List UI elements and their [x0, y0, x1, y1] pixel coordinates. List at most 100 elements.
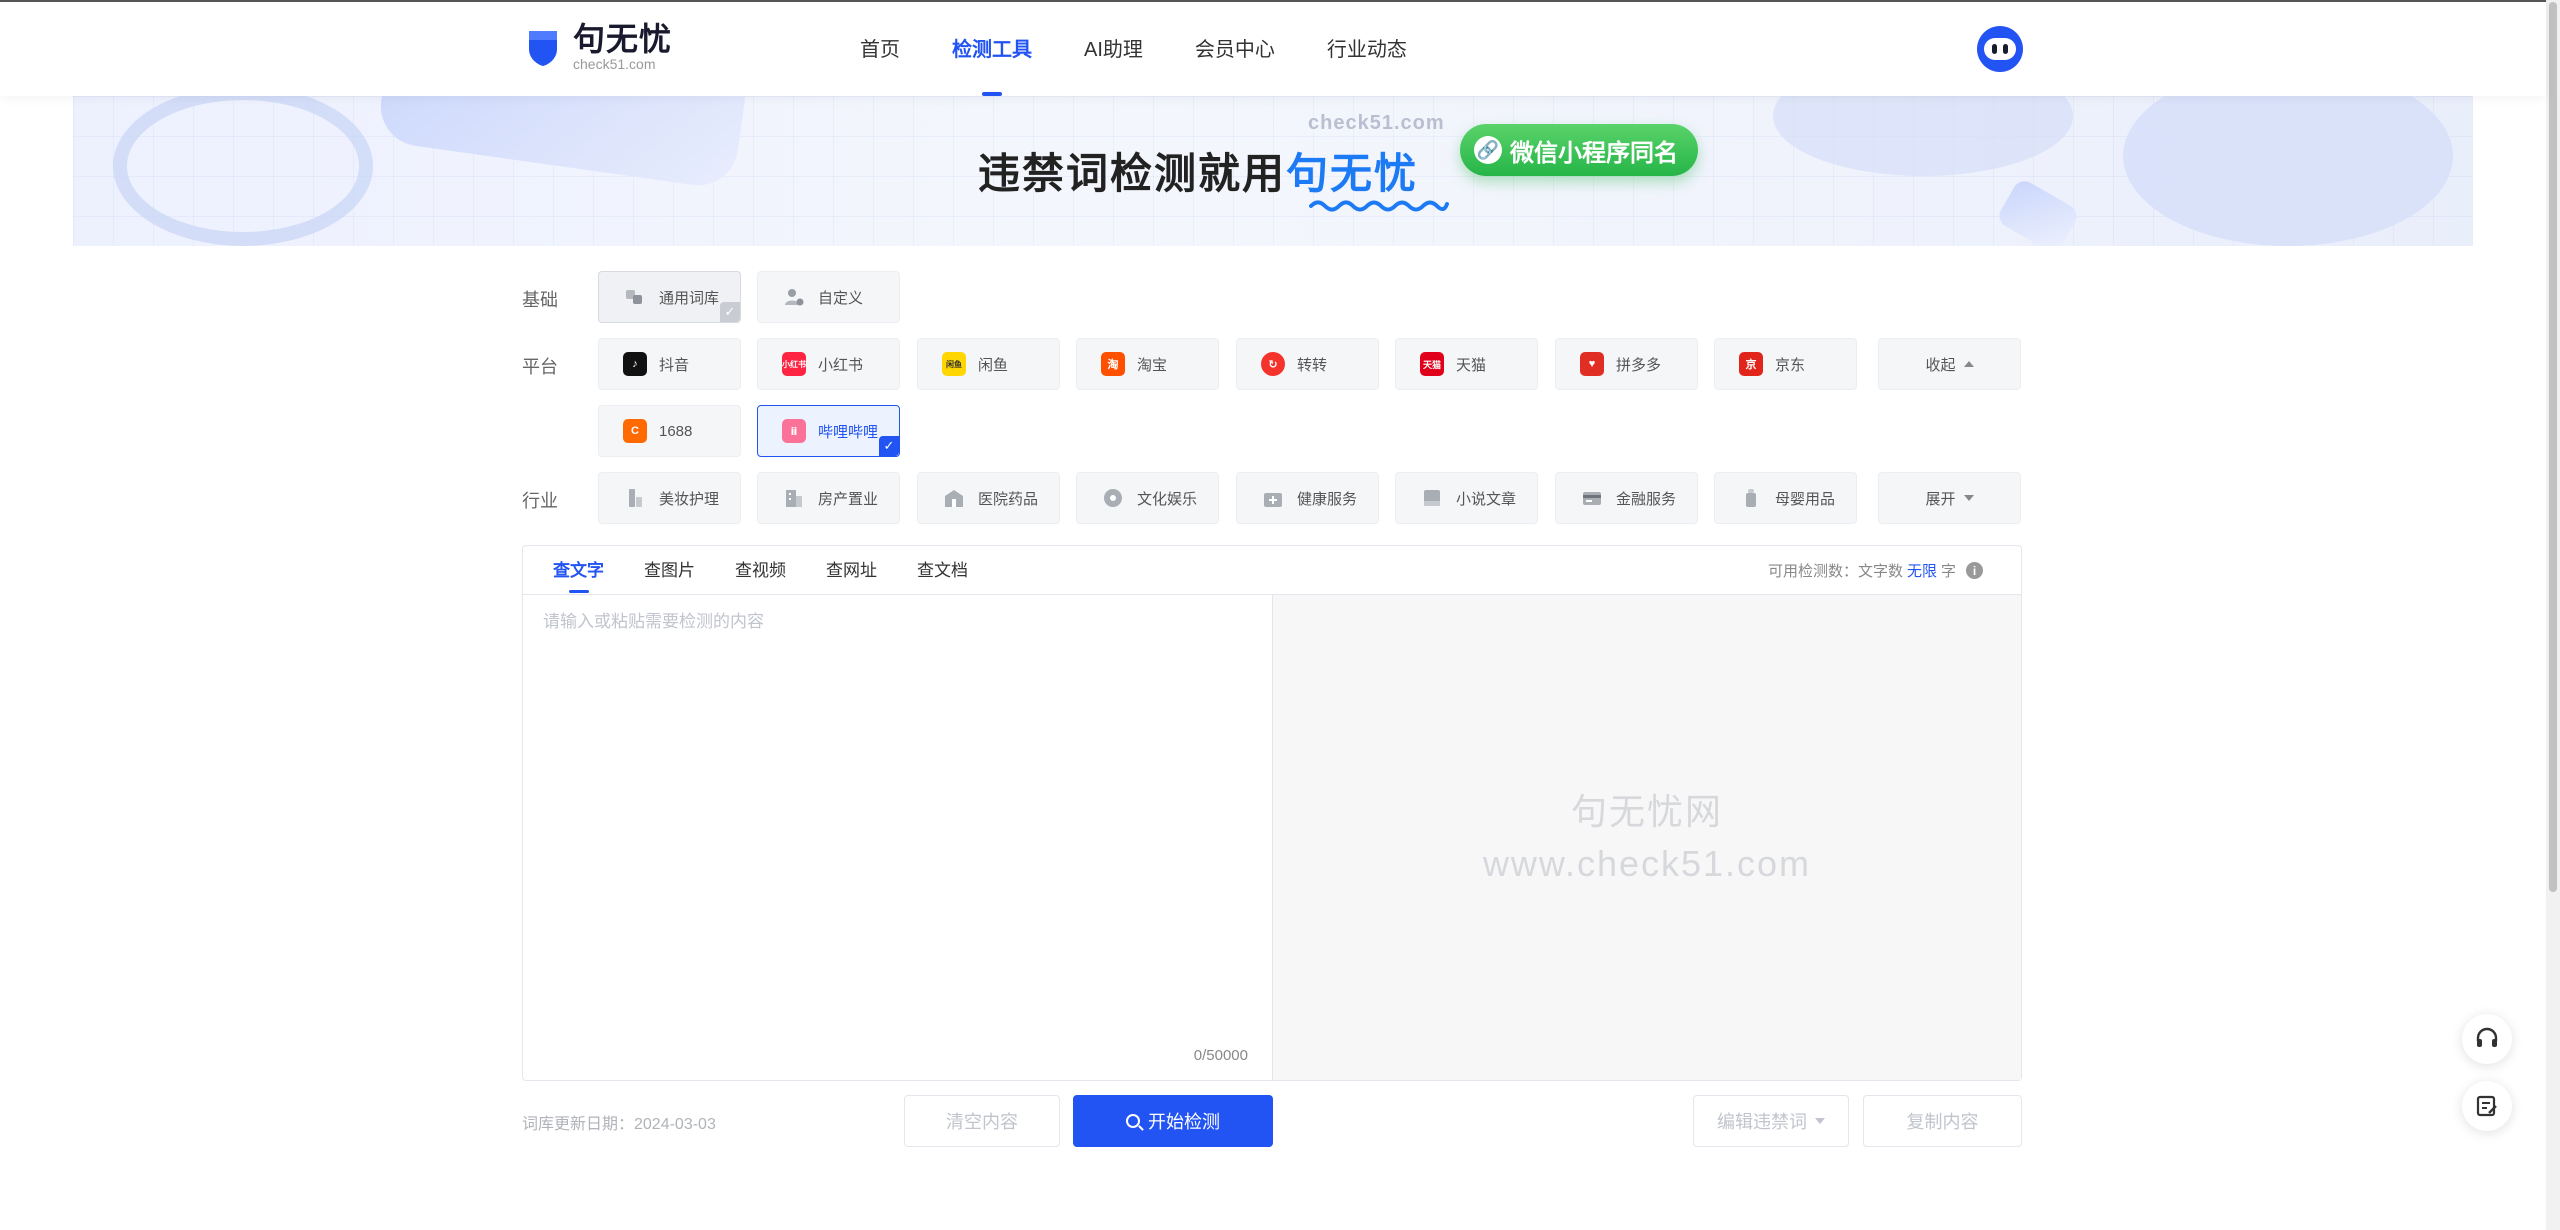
building-icon	[782, 486, 806, 510]
nav-ai-assistant[interactable]: AI助理	[1084, 2, 1143, 98]
bilibili-icon: ⅱ	[782, 419, 806, 443]
chip-pinduoduo[interactable]: ♥ 拼多多	[1555, 338, 1698, 390]
chip-label: 母婴用品	[1775, 490, 1836, 508]
caret-up-icon	[1963, 361, 1974, 367]
scrollbar-thumb[interactable]	[2549, 2, 2557, 892]
chip-label: 小说文章	[1456, 490, 1517, 508]
novel-icon	[1420, 486, 1444, 510]
chip-real-estate[interactable]: 房产置业	[757, 472, 900, 524]
nav-detection-tools[interactable]: 检测工具	[952, 2, 1032, 98]
chip-xiaohongshu[interactable]: 小红书 小红书	[757, 338, 900, 390]
medical-kit-icon	[1261, 486, 1285, 510]
logo-domain: check51.com	[573, 56, 656, 72]
tab-check-text[interactable]: 查文字	[553, 546, 604, 594]
info-icon[interactable]: i	[1966, 562, 1983, 579]
quota-unit: 字	[1940, 563, 1956, 580]
banner-domain: check51.com	[1308, 112, 1445, 134]
cosmetics-icon	[623, 486, 647, 510]
tab-check-image[interactable]: 查图片	[644, 546, 695, 594]
industry-row-label: 行业	[522, 491, 558, 511]
zhuanzhuan-icon: ↻	[1261, 352, 1285, 376]
edit-forbidden-words-label: 编辑违禁词	[1717, 1112, 1807, 1132]
tab-check-video[interactable]: 查视频	[735, 546, 786, 594]
banner-title-brand: 句无忧	[1286, 150, 1419, 197]
logo-name: 句无忧	[573, 21, 673, 57]
watermark-line-2: www.check51.com	[1482, 842, 1812, 884]
xiaohongshu-icon: 小红书	[782, 352, 806, 376]
culture-icon	[1101, 486, 1125, 510]
chip-bilibili[interactable]: ⅱ 哔哩哔哩 ✓	[757, 405, 900, 457]
promo-banner[interactable]: check51.com 违禁词检测就用句无忧 🔗 微信小程序同名	[73, 96, 2473, 246]
jd-icon: 京	[1739, 352, 1763, 376]
chip-label: 拼多多	[1616, 356, 1662, 374]
book-stack-icon	[623, 285, 647, 309]
chip-label: 文化娱乐	[1137, 490, 1198, 508]
chip-label: 1688	[659, 422, 693, 440]
platform-row-label: 平台	[522, 357, 558, 377]
chip-beauty-care[interactable]: 美妆护理	[598, 472, 741, 524]
user-avatar[interactable]	[1977, 26, 2023, 72]
chip-douyin[interactable]: ♪ 抖音	[598, 338, 741, 390]
chip-financial-service[interactable]: 金融服务	[1555, 472, 1698, 524]
nav-home[interactable]: 首页	[860, 2, 900, 98]
chip-xianyu[interactable]: 闲鱼 闲鱼	[917, 338, 1060, 390]
chip-jd[interactable]: 京 京东	[1714, 338, 1857, 390]
quota-info: 可用检测数：文字数 无限 字 i	[1768, 560, 1983, 581]
edit-note-icon	[2476, 1095, 2497, 1117]
douyin-icon: ♪	[623, 352, 647, 376]
basic-row-label: 基础	[522, 290, 558, 310]
nav-member-center[interactable]: 会员中心	[1195, 2, 1275, 98]
page-scrollbar[interactable]	[2546, 0, 2560, 1230]
search-icon	[1126, 1114, 1140, 1128]
chip-label: 小红书	[818, 356, 864, 374]
chip-health-service[interactable]: 健康服务	[1236, 472, 1379, 524]
card-icon	[1580, 486, 1604, 510]
start-detection-button[interactable]: 开始检测	[1073, 1095, 1273, 1147]
nav-industry-news[interactable]: 行业动态	[1327, 2, 1407, 98]
top-navbar: 句无忧 check51.com 首页 检测工具 AI助理 会员中心 行业动态	[0, 0, 2546, 96]
chip-label: 京东	[1775, 356, 1806, 374]
detection-tabs: 查文字 查图片 查视频 查网址 查文档	[553, 546, 1008, 594]
wechat-miniprogram-pill[interactable]: 🔗 微信小程序同名	[1460, 124, 1698, 176]
chip-hospital-medicine[interactable]: 医院药品	[917, 472, 1060, 524]
tab-check-document[interactable]: 查文档	[917, 546, 968, 594]
customer-service-button[interactable]	[2462, 1014, 2512, 1064]
chip-custom[interactable]: 自定义	[757, 271, 900, 323]
site-logo[interactable]: 句无忧 check51.com	[525, 22, 672, 72]
chip-1688[interactable]: C 1688	[598, 405, 741, 457]
chip-label: 转转	[1297, 356, 1328, 374]
tmall-icon: 天猫	[1420, 352, 1444, 376]
clear-content-button[interactable]: 清空内容	[904, 1095, 1060, 1147]
chip-culture-entertainment[interactable]: 文化娱乐	[1076, 472, 1219, 524]
chip-label: 健康服务	[1297, 490, 1358, 508]
text-editor-area: 0/50000	[523, 594, 1273, 1080]
watermark-line-1: 句无忧网	[1570, 790, 1723, 832]
chip-label: 哔哩哔哩	[818, 423, 879, 441]
tab-check-url[interactable]: 查网址	[826, 546, 877, 594]
copy-content-button[interactable]: 复制内容	[1863, 1095, 2022, 1147]
platform-collapse-toggle[interactable]: 收起	[1878, 338, 2021, 390]
selected-check-icon: ✓	[720, 302, 740, 322]
industry-expand-toggle[interactable]: 展开	[1878, 472, 2021, 524]
chip-tmall[interactable]: 天猫 天猫	[1395, 338, 1538, 390]
feedback-button[interactable]	[2462, 1081, 2512, 1131]
hospital-icon	[942, 486, 966, 510]
content-input[interactable]	[523, 595, 1272, 1080]
copy-content-label: 复制内容	[1906, 1112, 1979, 1132]
headset-icon	[2476, 1027, 2498, 1047]
chip-label: 淘宝	[1137, 356, 1168, 374]
chip-taobao[interactable]: 淘 淘宝	[1076, 338, 1219, 390]
edit-forbidden-words-button[interactable]: 编辑违禁词	[1693, 1095, 1849, 1147]
chip-label: 金融服务	[1616, 490, 1677, 508]
lexicon-update-date: 词库更新日期：2024-03-03	[522, 1116, 716, 1133]
squiggle-underline-icon	[1309, 200, 1449, 212]
baby-bottle-icon	[1739, 486, 1763, 510]
1688-icon: C	[623, 419, 647, 443]
chip-zhuanzhuan[interactable]: ↻ 转转	[1236, 338, 1379, 390]
wechat-miniprogram-label: 微信小程序同名	[1510, 139, 1678, 167]
chip-maternal-baby[interactable]: 母婴用品	[1714, 472, 1857, 524]
robot-face-icon	[1984, 38, 2016, 60]
chip-novel-article[interactable]: 小说文章	[1395, 472, 1538, 524]
chip-label: 自定义	[818, 289, 864, 307]
chip-general-lexicon[interactable]: 通用词库 ✓	[598, 271, 741, 323]
